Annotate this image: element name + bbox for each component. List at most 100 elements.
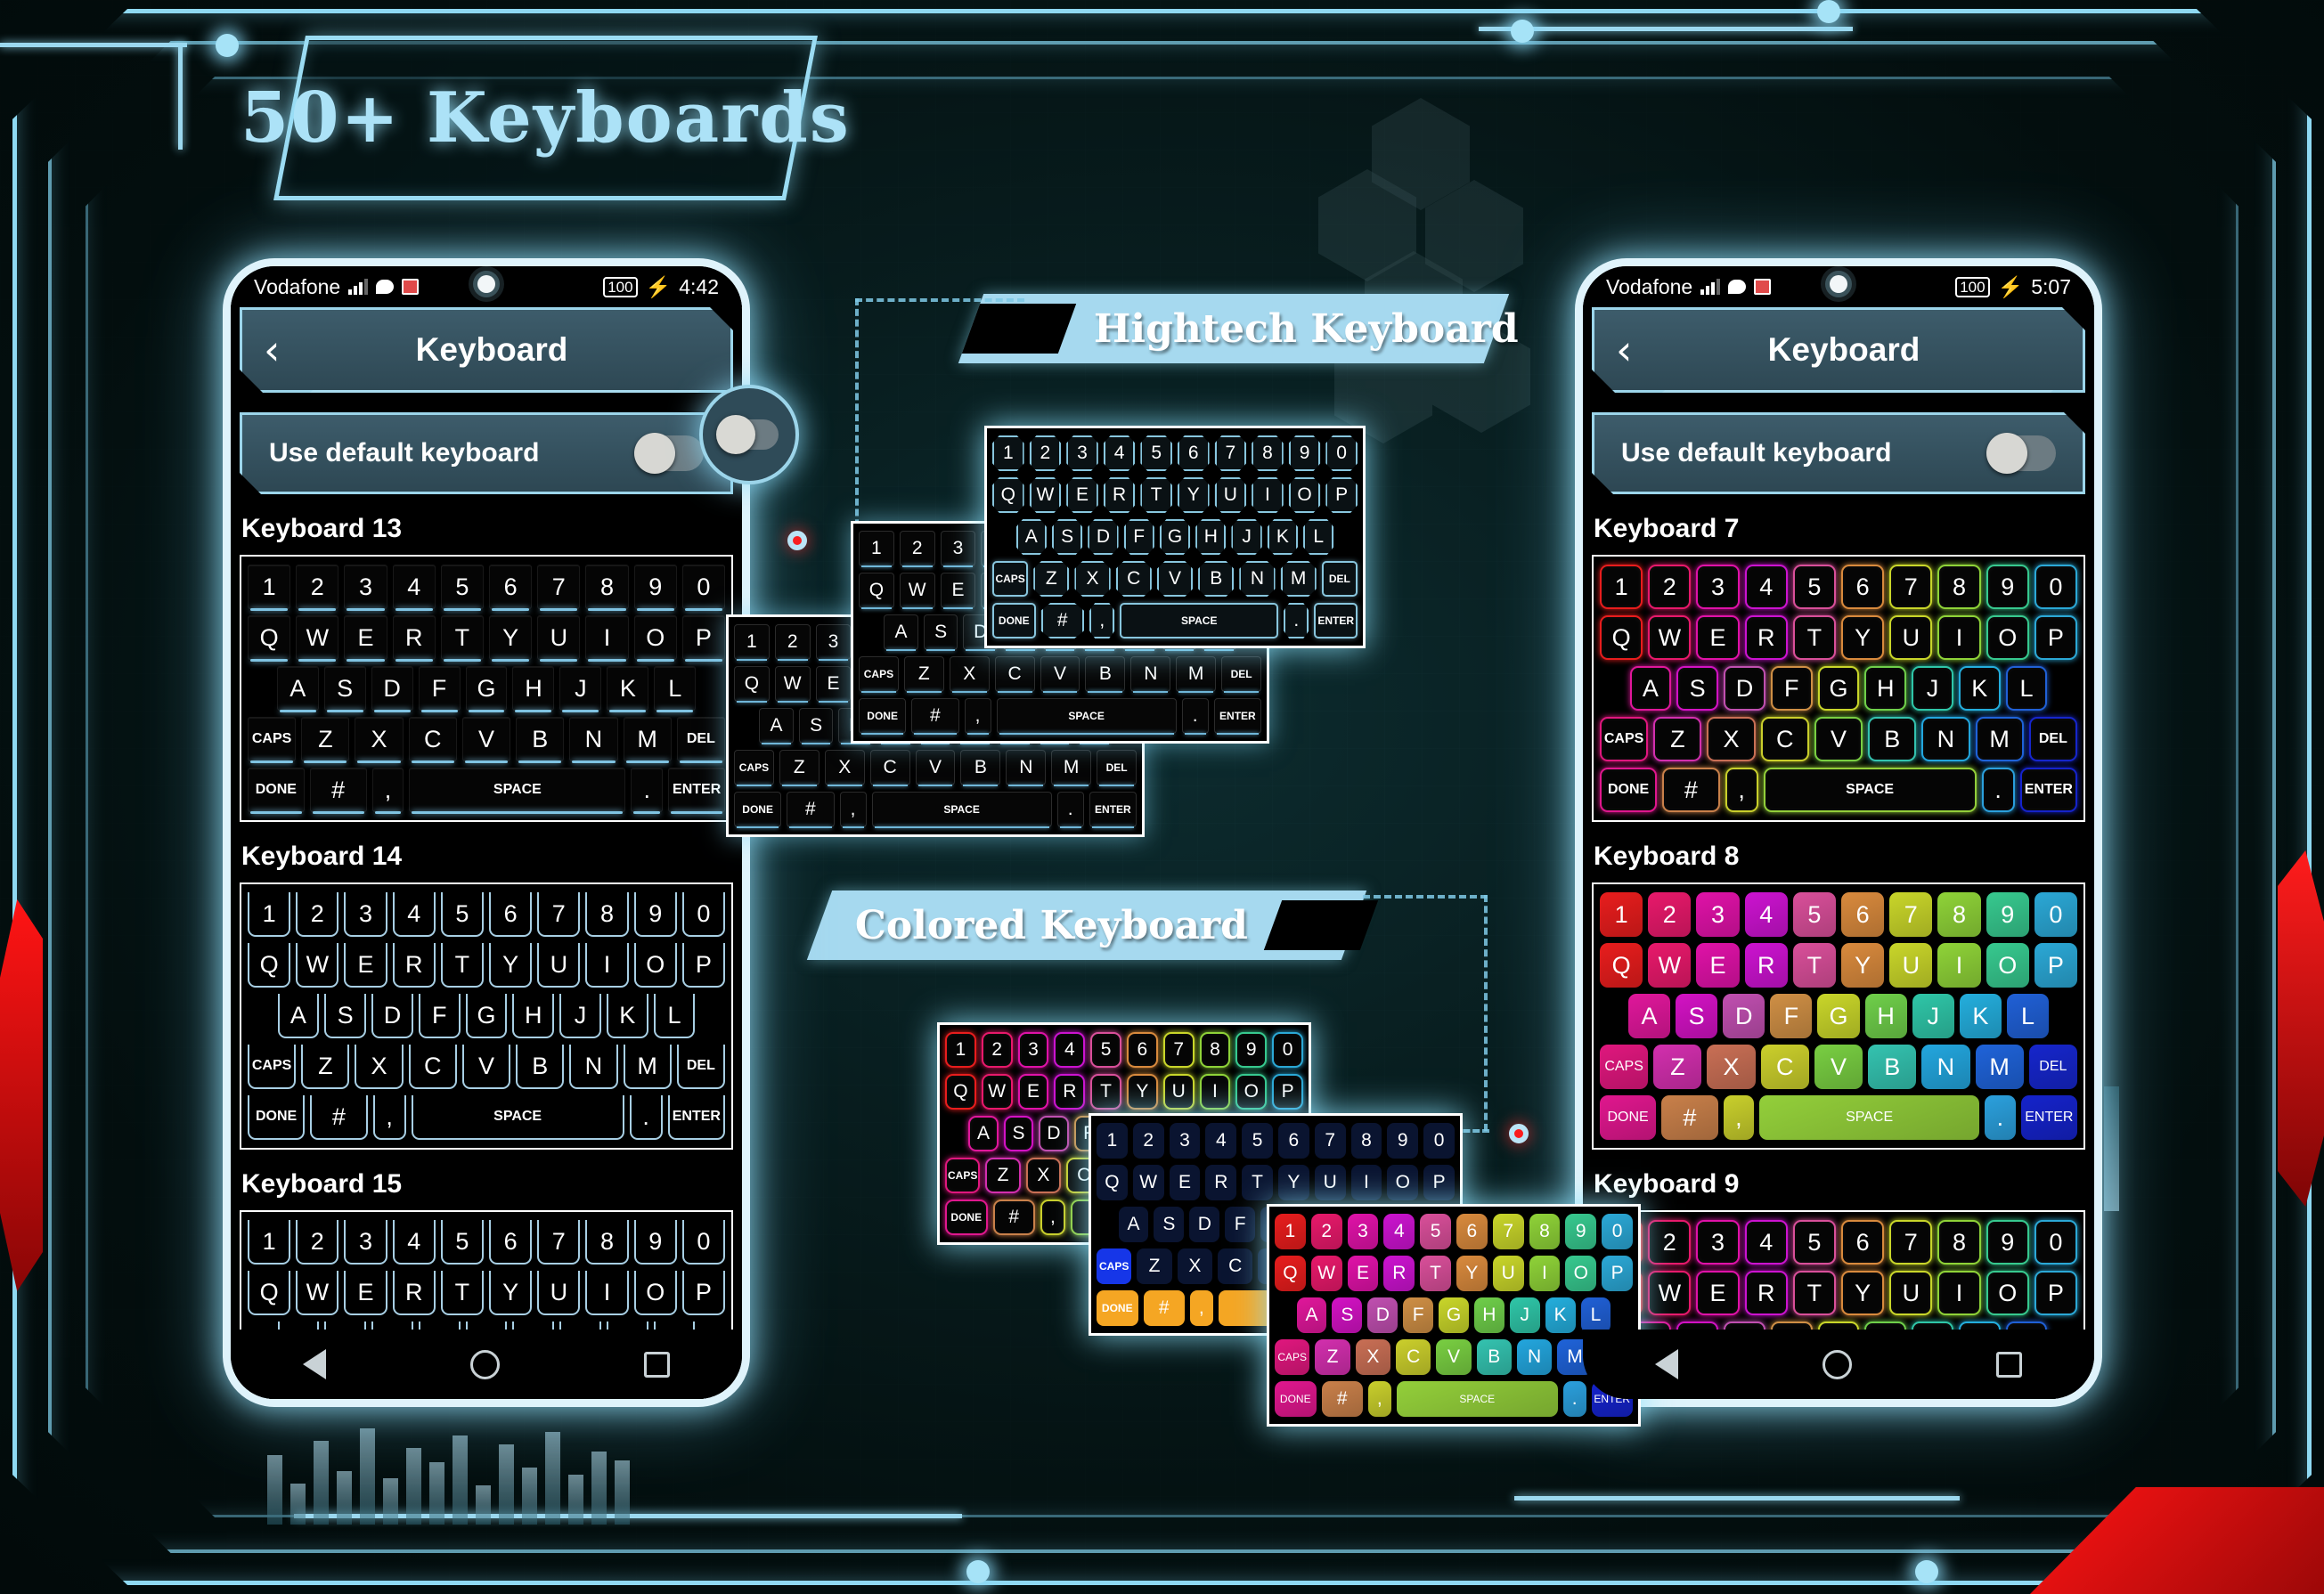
- key-m[interactable]: M: [623, 717, 672, 763]
- key-n[interactable]: N: [1006, 750, 1047, 786]
- key-y[interactable]: Y: [1841, 1271, 1885, 1315]
- key-y[interactable]: Y: [1456, 1256, 1488, 1291]
- key-n[interactable]: N: [1516, 1339, 1553, 1375]
- key-done[interactable]: DONE: [734, 792, 782, 828]
- key-i[interactable]: I: [585, 943, 629, 988]
- key-z[interactable]: Z: [903, 656, 944, 693]
- key-s[interactable]: S: [1003, 1116, 1034, 1151]
- key-caps[interactable]: CAPS: [945, 1158, 981, 1193]
- key-g[interactable]: G: [465, 994, 508, 1038]
- key-done[interactable]: DONE: [248, 768, 305, 814]
- key-a[interactable]: A: [884, 614, 918, 651]
- key-[interactable]: .: [1984, 1095, 2016, 1140]
- key-1[interactable]: 1: [248, 1220, 291, 1265]
- key-s[interactable]: S: [1332, 1297, 1363, 1333]
- key-3[interactable]: 3: [1066, 435, 1098, 471]
- key-done[interactable]: DONE: [859, 698, 907, 735]
- key-q[interactable]: Q: [248, 615, 291, 662]
- key-4[interactable]: 4: [1744, 565, 1788, 609]
- key-6[interactable]: 6: [489, 565, 533, 611]
- key-6[interactable]: 6: [1841, 1220, 1885, 1265]
- key-6[interactable]: 6: [1126, 1032, 1158, 1068]
- key-8[interactable]: 8: [1937, 1220, 1981, 1265]
- key-x[interactable]: X: [355, 1045, 404, 1089]
- key-k[interactable]: K: [1958, 666, 2001, 711]
- key-p[interactable]: P: [681, 615, 726, 662]
- key-[interactable]: ,: [372, 1095, 406, 1140]
- key-0[interactable]: 0: [1325, 435, 1358, 471]
- key-z[interactable]: Z: [1137, 1248, 1172, 1284]
- key-[interactable]: ,: [839, 792, 867, 828]
- key-enter[interactable]: ENTER: [668, 768, 726, 814]
- key-8[interactable]: 8: [585, 892, 629, 937]
- key-f[interactable]: F: [1403, 1297, 1434, 1333]
- key-5[interactable]: 5: [1242, 1123, 1273, 1159]
- key-0[interactable]: 0: [681, 892, 726, 937]
- key-3[interactable]: 3: [1347, 1214, 1379, 1249]
- circle-home-icon[interactable]: [1823, 1349, 1852, 1379]
- key-[interactable]: ,: [1190, 1290, 1213, 1326]
- key-e[interactable]: E: [940, 573, 976, 609]
- key-x[interactable]: X: [1025, 1158, 1061, 1193]
- key-8[interactable]: 8: [1529, 1214, 1561, 1249]
- key-t[interactable]: T: [440, 615, 485, 662]
- key-5[interactable]: 5: [1420, 1214, 1451, 1249]
- key-2[interactable]: 2: [296, 892, 339, 937]
- key-[interactable]: #: [310, 1095, 368, 1140]
- key-i[interactable]: I: [1529, 1256, 1561, 1291]
- key-1[interactable]: 1: [1600, 565, 1643, 609]
- key-x[interactable]: X: [1355, 1339, 1390, 1375]
- key-q[interactable]: Q: [248, 1271, 291, 1315]
- key-[interactable]: .: [1056, 792, 1084, 828]
- key-1[interactable]: 1: [992, 435, 1024, 471]
- key-v[interactable]: V: [1040, 656, 1080, 693]
- key-7[interactable]: 7: [1162, 1032, 1195, 1068]
- key-j[interactable]: J: [559, 666, 602, 712]
- key-q[interactable]: Q: [945, 1074, 976, 1110]
- key-6[interactable]: 6: [489, 1220, 533, 1265]
- key-4[interactable]: 4: [1383, 1214, 1415, 1249]
- key-p[interactable]: P: [681, 1271, 726, 1315]
- key-a[interactable]: A: [1627, 994, 1671, 1038]
- triangle-back-icon[interactable]: [1655, 1349, 1678, 1379]
- key-v[interactable]: V: [1436, 1339, 1472, 1375]
- key-m[interactable]: M: [623, 1045, 672, 1089]
- key-[interactable]: #: [1661, 1095, 1718, 1140]
- key-o[interactable]: O: [1565, 1256, 1597, 1291]
- key-6[interactable]: 6: [1177, 435, 1210, 471]
- key-1[interactable]: 1: [859, 531, 894, 567]
- key-a[interactable]: A: [1015, 519, 1047, 555]
- key-e[interactable]: E: [1017, 1074, 1049, 1110]
- key-c[interactable]: C: [869, 750, 910, 786]
- key-w[interactable]: W: [1648, 615, 1692, 660]
- key-f[interactable]: F: [418, 994, 461, 1038]
- key-h[interactable]: H: [512, 666, 555, 712]
- key-0[interactable]: 0: [681, 565, 726, 611]
- key-a[interactable]: A: [1296, 1297, 1327, 1333]
- android-navbar-left[interactable]: [231, 1330, 742, 1399]
- key-t[interactable]: T: [440, 1271, 485, 1315]
- key-r[interactable]: R: [1383, 1256, 1415, 1291]
- floating-keyboard-hightech-1[interactable]: 1 2 3 4 5 6 7 8 9 0 Q W E R T Y U I O P A S D F G H J K L CAPS Z X C V B N M…: [984, 426, 1366, 648]
- key-4[interactable]: 4: [1103, 435, 1136, 471]
- key-9[interactable]: 9: [1986, 892, 2029, 937]
- key-q[interactable]: Q: [248, 943, 291, 988]
- key-3[interactable]: 3: [1696, 892, 1740, 937]
- key-4[interactable]: 4: [392, 565, 436, 611]
- key-n[interactable]: N: [569, 1045, 618, 1089]
- key-2[interactable]: 2: [1648, 892, 1692, 937]
- key-h[interactable]: H: [512, 994, 555, 1038]
- key-[interactable]: .: [1181, 698, 1209, 735]
- key-z[interactable]: Z: [985, 1158, 1021, 1193]
- square-recents-icon[interactable]: [1996, 1351, 2022, 1378]
- key-t[interactable]: T: [1792, 943, 1837, 988]
- key-p[interactable]: P: [681, 943, 726, 988]
- key-u[interactable]: U: [1889, 1271, 1933, 1315]
- key-v[interactable]: V: [915, 750, 956, 786]
- key-d[interactable]: D: [1088, 519, 1119, 555]
- key-f[interactable]: F: [1225, 1207, 1256, 1242]
- key-2[interactable]: 2: [899, 531, 935, 567]
- key-caps[interactable]: CAPS: [1097, 1248, 1132, 1284]
- key-done[interactable]: DONE: [1097, 1290, 1138, 1326]
- key-l[interactable]: L: [1303, 519, 1334, 555]
